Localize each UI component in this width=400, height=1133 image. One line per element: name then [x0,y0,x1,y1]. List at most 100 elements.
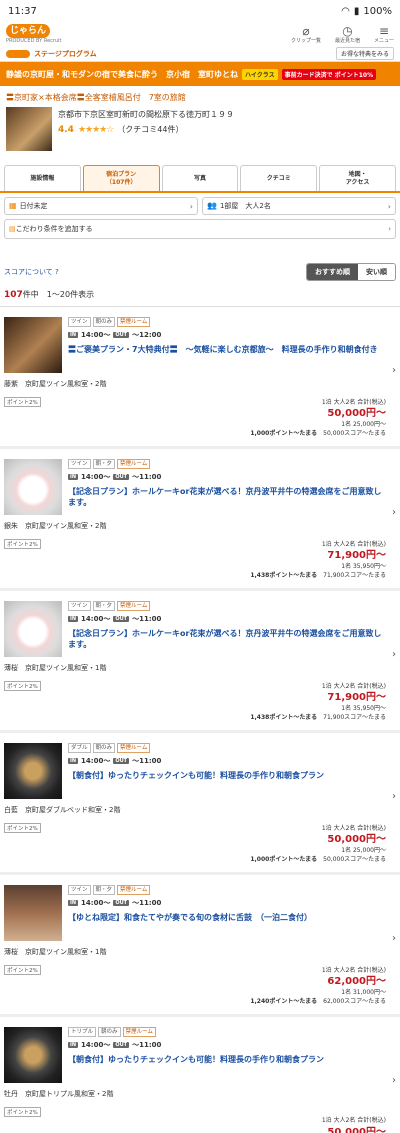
total-price: 71,900円〜 [327,692,386,704]
stage-label: ステージプログラム [34,49,97,58]
sort-recommended[interactable]: おすすめ順 [307,264,358,280]
checkout-time: 〜11:00 [132,757,162,765]
review-count: （クチコミ44件） [117,125,184,134]
price-condition: 1泊 大人2名 合計(税込) [321,1117,386,1125]
stage-logo-icon [6,49,30,58]
benefits-link[interactable]: お得な特典をみる [335,47,394,60]
plan-tag: 朝・夕 [92,459,116,469]
logo[interactable]: じゃらん PRODUCED BY Recruit [6,24,61,44]
chevron-right-icon: › [392,1075,396,1086]
date-filter[interactable]: ▦ 日付未定 › [4,197,198,215]
chevron-right-icon: › [189,201,193,211]
checkin-badge: IN [68,758,79,764]
plan-card[interactable]: ツイン 朝のみ 禁煙ルーム IN 14:00〜 OUT 〜12:00 〓ご褒美プラン… [0,307,400,449]
plan-card[interactable]: トリプル 朝のみ 禁煙ルーム IN 14:00〜 OUT 〜11:00 【朝食付】ゆ… [0,1017,400,1133]
clip-icon: ⌀ [302,23,310,38]
status-bar: 11:37 ◠ ▮ 100% [0,0,400,22]
tab-photos[interactable]: 写真 [161,165,239,191]
price-area: 1泊 大人2名 合計(税込) 50,000円〜 [322,1117,386,1133]
plan-card[interactable]: ツイン 朝・夕 禁煙ルーム IN 14:00〜 OUT 〜11:00 【ゆとね限定】… [0,875,400,1017]
plan-image [4,1027,62,1083]
sort-cheapest[interactable]: 安い順 [358,264,395,280]
plan-image [4,743,62,799]
per-person-price: 1名 31,000円〜 [341,989,386,997]
plan-card[interactable]: ツイン 朝・夕 禁煙ルーム IN 14:00〜 OUT 〜11:00 【記念日プラン… [0,449,400,591]
hotel-thumbnail[interactable] [6,107,52,151]
plan-tag: 禁煙ルーム [117,317,151,327]
rating[interactable]: 4.4 ★★★★☆ （クチコミ44件） [58,124,234,135]
star-icons: ★★★★☆ [77,124,114,135]
point-badge: ポイント2% [4,965,41,975]
plan-tag: 禁煙ルーム [117,459,151,469]
plan-list: ツイン 朝のみ 禁煙ルーム IN 14:00〜 OUT 〜12:00 〓ご褒美プラン… [0,307,400,1133]
plan-image [4,317,62,373]
tab-plans[interactable]: 宿泊プラン （107件） [82,165,160,191]
price-area: 1泊 大人2名 合計(税込) 71,900円〜 1名 35,950円〜 1,43… [250,541,386,580]
tab-access[interactable]: 地図・ アクセス [319,165,396,191]
chevron-right-icon: › [392,649,396,660]
plan-title[interactable]: 〓ご褒美プラン・7大特典付〓 〜気軽に楽しむ京都旅〜 料理長の手作り和朝食付き [68,344,388,355]
plan-tag: 禁煙ルーム [117,601,151,611]
score-earned: 50,000スコア〜たまる [323,429,386,437]
checkin-time: 14:00〜 [81,331,111,339]
points-earned: 1,000ポイント〜たまる [250,855,318,863]
price-condition: 1泊 大人2名 合計(税込) [321,966,386,974]
checkin-badge: IN [68,474,79,480]
score-about-link[interactable]: スコアについて ? [4,267,59,277]
menu-button[interactable]: ≡ メニュー [374,25,394,44]
score-earned: 62,000スコア〜たまる [323,997,386,1005]
plan-tag: ツイン [68,885,91,895]
hotel-tabs: 施設情報 宿泊プラン （107件） 写真 クチコミ 地図・ アクセス [0,159,400,193]
total-price: 50,000円〜 [327,834,386,846]
plan-title[interactable]: 【記念日プラン】ホールケーキor花束が選べる！京丹波平井牛の特選会席をご用意致し… [68,486,388,508]
point-badge: ポイント2% [4,823,41,833]
price-condition: 1泊 大人2名 合計(税込) [321,682,386,690]
hotel-banner: 静謐の京町屋・和モダンの宿で美食に酔う 京小宿 室町ゆとね ハイクラス 事前カー… [0,62,400,86]
highclass-badge: ハイクラス [242,68,278,80]
logo-sub: PRODUCED BY Recruit [6,38,62,44]
plan-title[interactable]: 【朝食付】ゆったりチェックインも可能！料理長の手作り和朝食プラン [68,770,388,781]
checkin-badge: IN [68,616,79,622]
plan-title[interactable]: 【記念日プラン】ホールケーキor花束が選べる！京丹波平井牛の特選会席をご用意致し… [68,628,388,650]
checkout-badge: OUT [113,474,130,480]
plan-tag: ダブル [68,743,91,753]
plan-image [4,459,62,515]
plan-tag: ツイン [68,459,91,469]
price-condition: 1泊 大人2名 合計(税込) [321,540,386,548]
checkout-badge: OUT [113,758,130,764]
help-icon: ? [55,268,59,276]
price-area: 1泊 大人2名 合計(税込) 50,000円〜 1名 25,000円〜 1,00… [250,399,386,438]
chevron-right-icon: › [392,933,396,944]
checkin-badge: IN [68,332,79,338]
tab-reviews[interactable]: クチコミ [240,165,318,191]
checkout-time: 〜11:00 [132,899,162,907]
checkout-time: 〜11:00 [132,1041,162,1049]
guests-filter[interactable]: 👥 1部屋 大人2名 › [202,197,396,215]
stage-program-bar: ステージプログラム お得な特典をみる [0,46,400,62]
checkin-time: 14:00〜 [81,757,111,765]
price-condition: 1泊 大人2名 合計(税込) [321,824,386,832]
menu-icon: ≡ [378,23,390,38]
people-icon: 👥 [207,201,217,210]
chevron-right-icon: › [388,225,391,233]
conditions-filter[interactable]: ▤こだわり条件を追加する › [4,219,396,239]
price-area: 1泊 大人2名 合計(税込) 71,900円〜 1名 35,950円〜 1,43… [250,683,386,722]
per-person-price: 1名 25,000円〜 [341,847,386,855]
tab-facility[interactable]: 施設情報 [4,165,81,191]
points-earned: 1,000ポイント〜たまる [250,429,318,437]
checkout-badge: OUT [113,900,130,906]
result-count: 107件中 1〜20件表示 [0,285,400,307]
score-earned: 71,900スコア〜たまる [323,571,386,579]
plan-card[interactable]: ダブル 朝のみ 禁煙ルーム IN 14:00〜 OUT 〜11:00 【朝食付】ゆっ… [0,733,400,875]
score-earned: 71,900スコア〜たまる [323,713,386,721]
card-payment-badge: 事前カード決済で ポイント10% [281,68,377,80]
plan-card[interactable]: ツイン 朝・夕 禁煙ルーム IN 14:00〜 OUT 〜11:00 【記念日プラン… [0,591,400,733]
room-name: 牡丹 京町屋トリプル風和室・2階 [4,1090,114,1098]
point-badge: ポイント2% [4,681,41,691]
plan-title[interactable]: 【ゆとね限定】和食たてやが奏でる旬の食材に舌鼓 （一泊二食付） [68,912,388,923]
sort-toggle: おすすめ順 安い順 [306,263,396,281]
recent-button[interactable]: ◷ 最近見た宿 [335,25,360,44]
plan-title[interactable]: 【朝食付】ゆったりチェックインも可能！料理長の手作り和朝食プラン [68,1054,388,1065]
rating-score: 4.4 [58,124,74,135]
clip-list-button[interactable]: ⌀ クリップ一覧 [291,25,321,44]
